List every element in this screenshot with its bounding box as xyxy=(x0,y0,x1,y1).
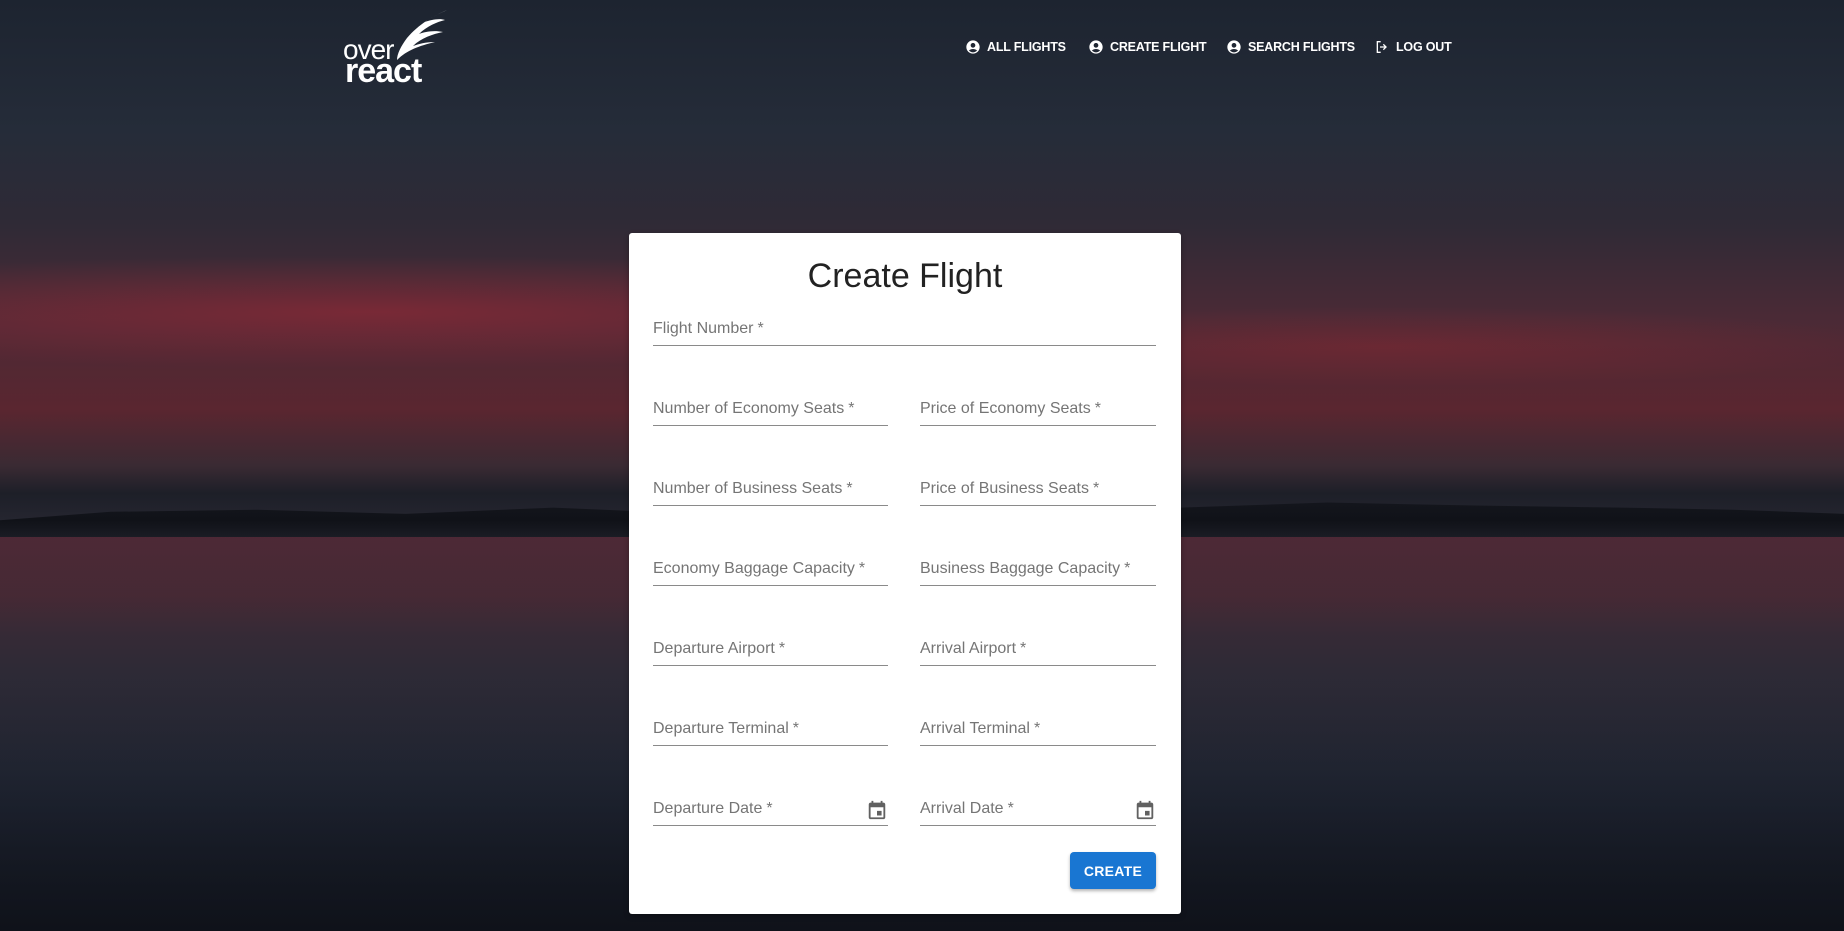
create-button[interactable]: CREATE xyxy=(1070,852,1156,889)
logout-icon xyxy=(1376,41,1387,53)
arrival-date-input[interactable] xyxy=(920,793,1160,825)
business-baggage-field[interactable]: Business Baggage Capacity * xyxy=(920,553,1160,586)
departure-airport-input[interactable] xyxy=(653,633,892,665)
account-circle-icon xyxy=(1089,40,1103,54)
economy-price-field[interactable]: Price of Economy Seats * xyxy=(920,393,1160,426)
arrival-terminal-field[interactable]: Arrival Terminal * xyxy=(920,713,1160,746)
nav-log-out-label: LOG OUT xyxy=(1396,40,1452,54)
nav-create-flight-label: CREATE FLIGHT xyxy=(1110,40,1207,54)
departure-date-input[interactable] xyxy=(653,793,892,825)
page-title: Create Flight xyxy=(807,257,1003,295)
app-logo[interactable]: over react xyxy=(343,10,449,90)
economy-baggage-input[interactable] xyxy=(653,553,892,585)
nav-search-flights-label: SEARCH FLIGHTS xyxy=(1248,40,1355,54)
departure-airport-field[interactable]: Departure Airport * xyxy=(653,633,892,666)
calendar-icon[interactable] xyxy=(866,799,888,821)
nav-create-flight[interactable]: CREATE FLIGHT xyxy=(1088,37,1207,57)
arrival-terminal-input[interactable] xyxy=(920,713,1160,745)
economy-seats-input[interactable] xyxy=(653,393,892,425)
economy-price-input[interactable] xyxy=(920,393,1160,425)
departure-terminal-input[interactable] xyxy=(653,713,892,745)
nav-all-flights[interactable]: ALL FLIGHTS xyxy=(965,37,1066,57)
departure-date-field[interactable]: Departure Date * xyxy=(653,793,892,826)
business-price-input[interactable] xyxy=(920,473,1160,505)
economy-baggage-field[interactable]: Economy Baggage Capacity * xyxy=(653,553,892,586)
calendar-icon[interactable] xyxy=(1134,799,1156,821)
departure-terminal-field[interactable]: Departure Terminal * xyxy=(653,713,892,746)
account-circle-icon xyxy=(1227,40,1241,54)
business-seats-input[interactable] xyxy=(653,473,892,505)
nav-all-flights-label: ALL FLIGHTS xyxy=(987,40,1066,54)
flight-number-input[interactable] xyxy=(653,313,1160,345)
business-baggage-input[interactable] xyxy=(920,553,1160,585)
arrival-airport-input[interactable] xyxy=(920,633,1160,665)
nav-log-out[interactable]: LOG OUT xyxy=(1374,37,1452,57)
arrival-airport-field[interactable]: Arrival Airport * xyxy=(920,633,1160,666)
logo-text-react: react xyxy=(345,52,422,90)
flight-number-field[interactable]: Flight Number * xyxy=(653,313,1160,346)
business-price-field[interactable]: Price of Business Seats * xyxy=(920,473,1160,506)
economy-seats-field[interactable]: Number of Economy Seats * xyxy=(653,393,892,426)
arrival-date-field[interactable]: Arrival Date * xyxy=(920,793,1160,826)
account-circle-icon xyxy=(966,40,980,54)
business-seats-field[interactable]: Number of Business Seats * xyxy=(653,473,892,506)
create-flight-card: Create Flight Flight Number * Number of E… xyxy=(629,233,1181,914)
nav-search-flights[interactable]: SEARCH FLIGHTS xyxy=(1226,37,1355,57)
